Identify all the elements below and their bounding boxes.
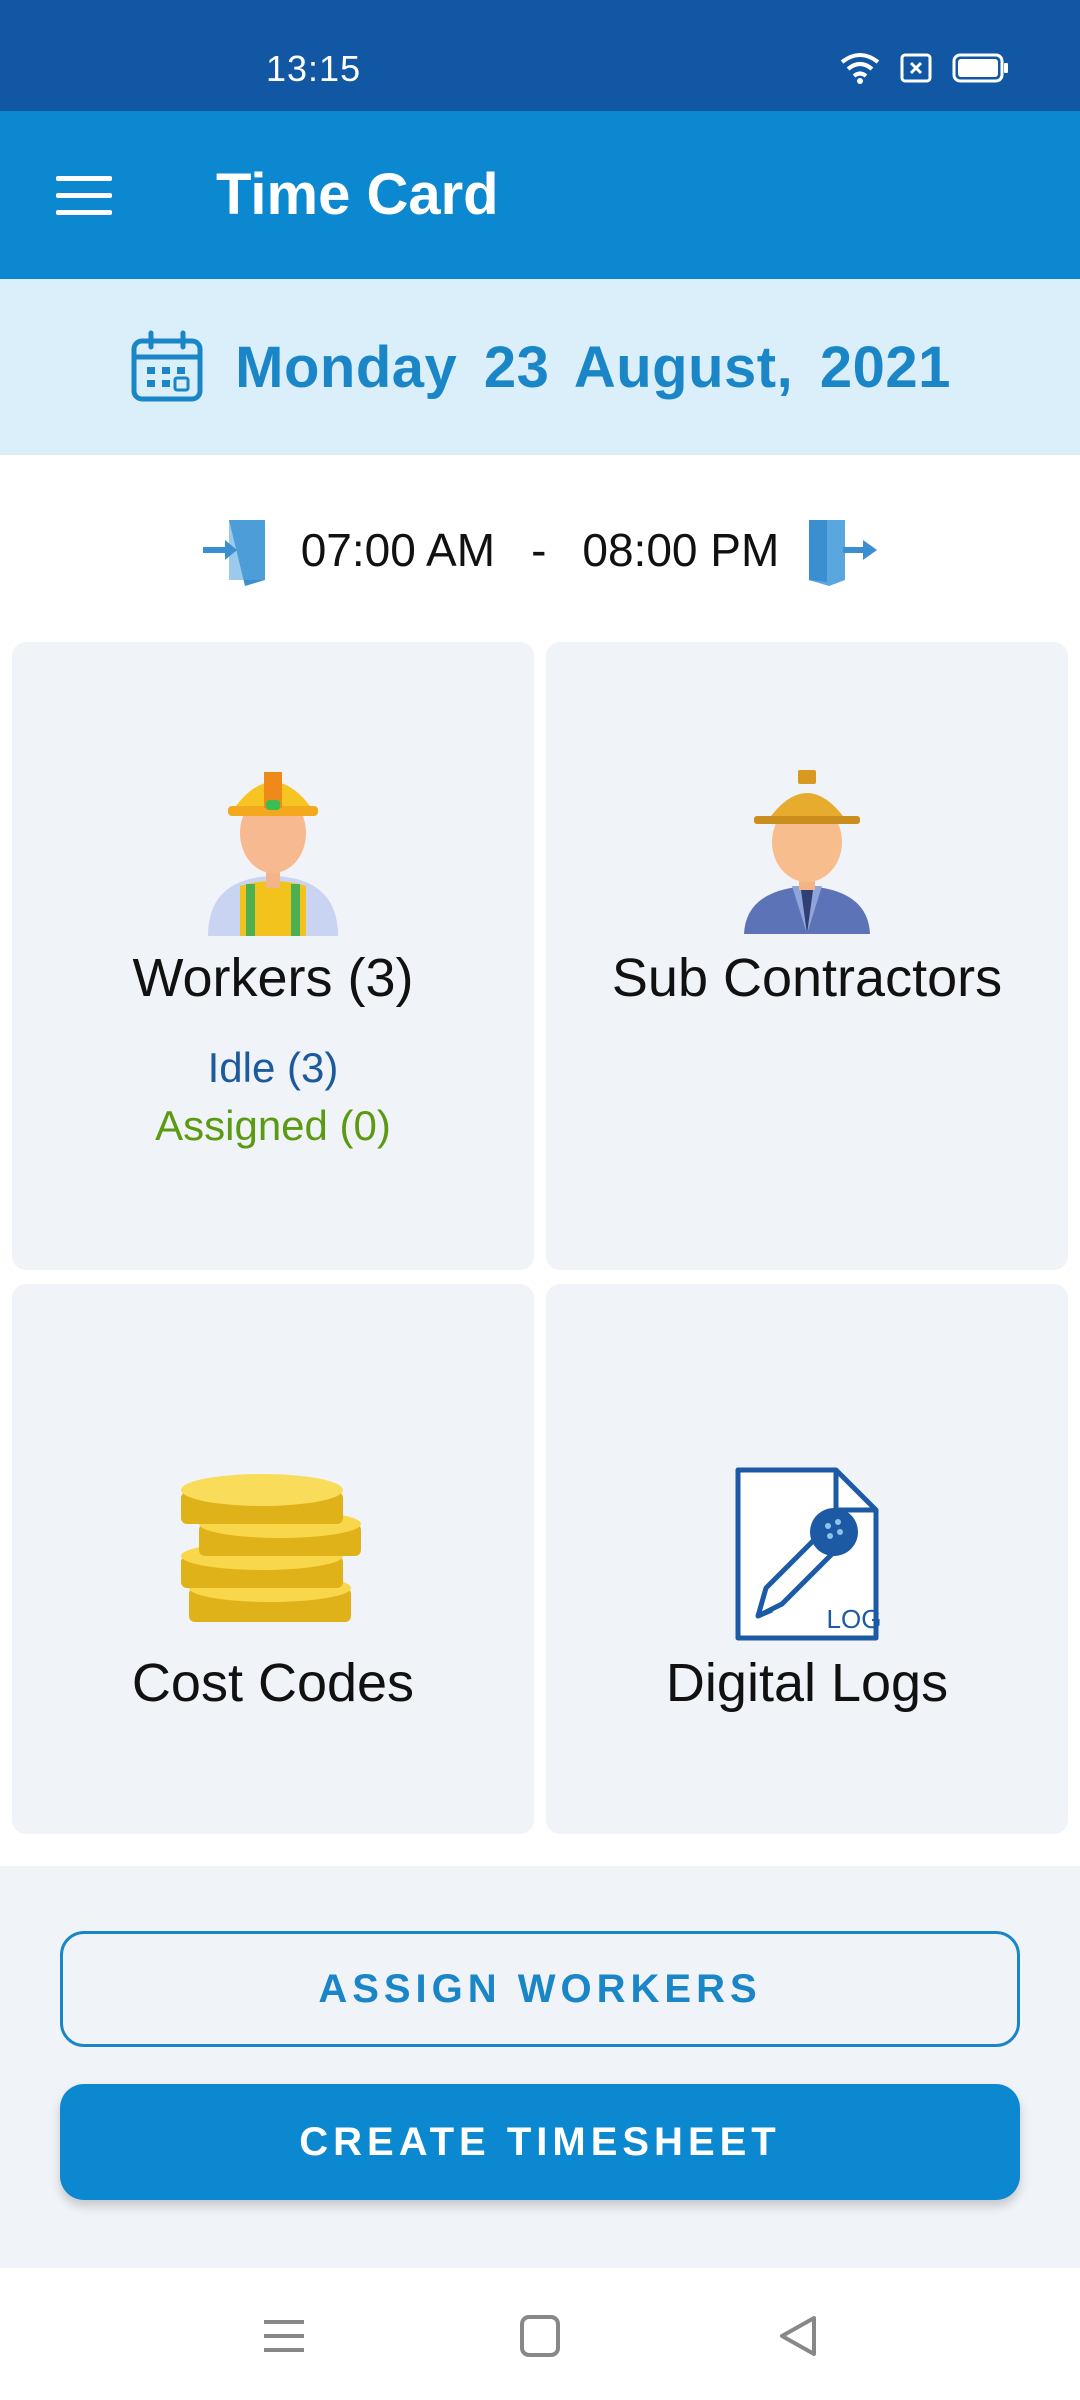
log-icon-text: LOG	[827, 1604, 882, 1634]
idle-count: Idle (3)	[207, 1044, 339, 1091]
digital-logs-label: Digital Logs	[665, 1653, 949, 1713]
hamburger-menu-icon[interactable]	[40, 163, 130, 227]
workers-label: Workers (3)	[132, 948, 414, 1008]
home-icon[interactable]	[510, 2308, 570, 2364]
date-label: Monday 23 August, 2021	[235, 334, 951, 400]
shift-start: 07:00 AM	[300, 524, 496, 576]
calendar-icon	[131, 330, 203, 402]
page-title: Time Card	[216, 162, 499, 227]
shift-end: 08:00 PM	[582, 524, 780, 576]
status-bar: 13:15	[0, 0, 1080, 111]
coins-icon	[181, 1474, 361, 1622]
worker-icon	[208, 772, 338, 936]
battery-icon	[952, 53, 1008, 83]
date-bar[interactable]: Monday 23 August, 2021	[0, 279, 1080, 455]
workers-tile[interactable]: Workers (3) Idle (3) Assigned (0)	[12, 642, 534, 1270]
back-icon[interactable]	[768, 2308, 828, 2364]
assigned-count: Assigned (0)	[155, 1102, 391, 1149]
action-panel: ASSIGN WORKERS CREATE TIMESHEET	[0, 1866, 1080, 2268]
shift-times: 07:00 AM - 08:00 PM	[0, 500, 1080, 600]
digital-logs-tile[interactable]: LOG Digital Logs	[546, 1284, 1068, 1834]
sim-card-icon	[900, 53, 932, 83]
sub-contractors-tile[interactable]: Sub Contractors	[546, 642, 1068, 1270]
shift-separator: -	[531, 524, 547, 576]
assign-workers-button[interactable]: ASSIGN WORKERS	[60, 1931, 1020, 2047]
wifi-icon	[840, 53, 880, 84]
app-bar: Time Card	[0, 111, 1080, 279]
clock-in-icon	[202, 520, 265, 586]
cost-codes-tile[interactable]: Cost Codes	[12, 1284, 534, 1834]
log-document-icon: LOG	[735, 1467, 882, 1641]
clock-out-icon	[809, 520, 878, 586]
sub-contractors-label: Sub Contractors	[611, 948, 1003, 1008]
status-icons	[840, 52, 1010, 84]
status-time: 13:15	[266, 48, 362, 89]
contractor-icon	[744, 770, 870, 934]
recent-apps-icon[interactable]	[254, 2308, 314, 2364]
cost-codes-label: Cost Codes	[131, 1653, 415, 1713]
create-timesheet-button[interactable]: CREATE TIMESHEET	[60, 2084, 1020, 2200]
system-nav-bar	[0, 2268, 1080, 2400]
